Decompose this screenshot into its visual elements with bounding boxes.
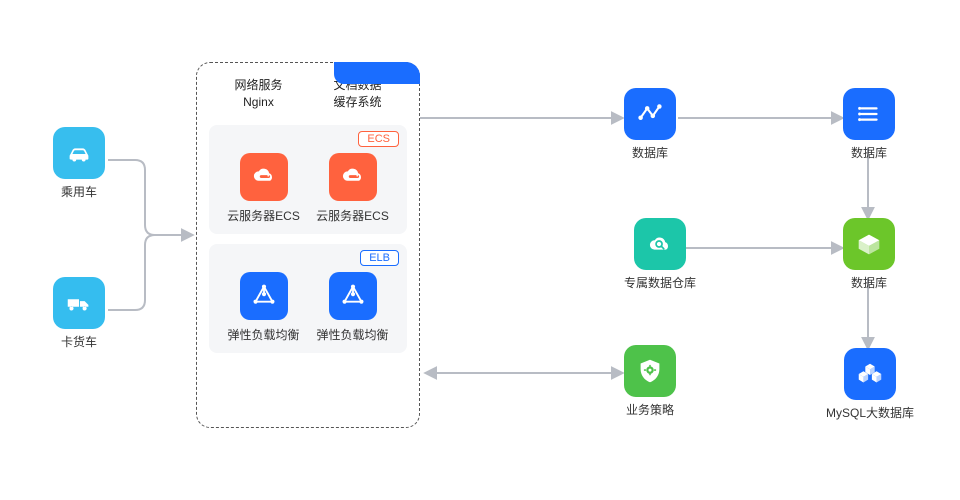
car-label: 乘用车: [61, 185, 97, 201]
elb-group: ELB 弹性负载均衡 弹性负载均衡: [209, 244, 407, 353]
load-balancer-icon: [240, 272, 288, 320]
node-cube-green-label: 数据库: [851, 276, 887, 292]
truck-icon: [53, 277, 105, 329]
ecs-instance-1-label: 云服务器ECS: [227, 207, 300, 224]
car-icon: [53, 127, 105, 179]
node-cloud-search-label: 专属数据仓库: [624, 276, 696, 292]
panel-header-right-line2: 缓存系统: [333, 94, 381, 111]
node-db-lines-label: 数据库: [851, 146, 887, 162]
load-balancer-icon: [329, 272, 377, 320]
cube-icon: [843, 218, 895, 270]
central-panel: 网络服务 Nginx 文档数据 缓存系统 ECS 云服务器ECS 云服务器ECS: [196, 62, 420, 428]
panel-tab: [334, 62, 420, 84]
connectors: [0, 0, 960, 500]
node-db-lines: 数据库: [843, 88, 895, 162]
shield-gear-icon: [624, 345, 676, 397]
cloud-search-icon: [634, 218, 686, 270]
ecs-instance-2-label: 云服务器ECS: [316, 207, 389, 224]
truck-label: 卡货车: [61, 335, 97, 351]
elb-badge: ELB: [360, 250, 399, 266]
cloud-server-icon: [240, 153, 288, 201]
cloud-server-icon: [329, 153, 377, 201]
node-cubes: MySQL大数据库: [826, 348, 914, 422]
node-car: 乘用车: [53, 127, 105, 201]
ecs-group: ECS 云服务器ECS 云服务器ECS: [209, 125, 407, 234]
ecs-instance-1: 云服务器ECS: [219, 153, 308, 224]
node-db-graph: 数据库: [624, 88, 676, 162]
cubes-icon: [844, 348, 896, 400]
elb-instance-1: 弹性负载均衡: [219, 272, 308, 343]
node-db-graph-label: 数据库: [632, 146, 668, 162]
graph-icon: [624, 88, 676, 140]
node-truck: 卡货车: [53, 277, 105, 351]
node-cloud-search: 专属数据仓库: [624, 218, 696, 292]
node-cube-green: 数据库: [843, 218, 895, 292]
elb-instance-2: 弹性负载均衡: [308, 272, 397, 343]
panel-header-left-line2: Nginx: [234, 94, 282, 111]
node-shield-label: 业务策略: [626, 403, 674, 419]
ecs-badge: ECS: [358, 131, 399, 147]
panel-header-left-line1: 网络服务: [234, 77, 282, 94]
node-cubes-label: MySQL大数据库: [826, 406, 914, 422]
elb-instance-1-label: 弹性负载均衡: [227, 326, 299, 343]
ecs-instance-2: 云服务器ECS: [308, 153, 397, 224]
list-icon: [843, 88, 895, 140]
panel-header-left: 网络服务 Nginx: [234, 77, 282, 111]
elb-instance-2-label: 弹性负载均衡: [316, 326, 388, 343]
node-shield: 业务策略: [624, 345, 676, 419]
